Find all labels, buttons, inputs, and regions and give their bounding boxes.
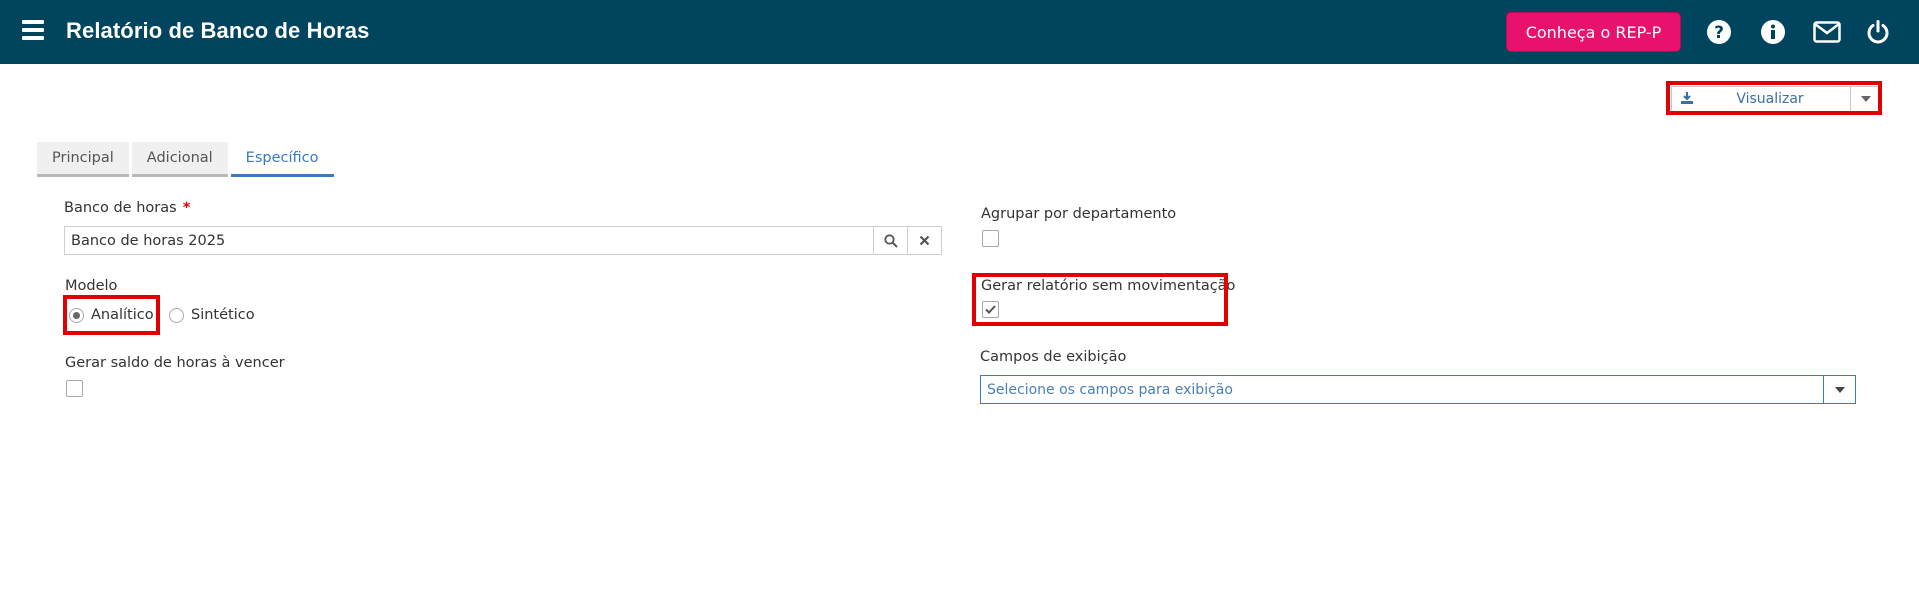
sem-movimentacao-label: Gerar relatório sem movimentação (981, 278, 1236, 294)
required-marker: * (182, 200, 191, 216)
gerar-saldo-checkbox[interactable] (66, 380, 83, 397)
radio-analitico-control[interactable] (69, 307, 84, 323)
close-icon (919, 235, 930, 246)
campos-exibicao-select[interactable]: Selecione os campos para exibição (980, 375, 1856, 404)
conheca-rep-p-button[interactable]: Conheça o REP-P (1506, 12, 1681, 52)
info-icon[interactable] (1759, 18, 1787, 46)
search-icon (883, 233, 898, 248)
campos-exibicao-toggle[interactable] (1823, 376, 1855, 403)
sem-movimentacao-checkbox[interactable] (982, 301, 999, 318)
banco-de-horas-field[interactable]: Banco de horas 2025 (64, 226, 942, 255)
chevron-down-icon (1860, 96, 1871, 102)
visualizar-main[interactable]: Visualizar (1672, 87, 1850, 111)
power-icon[interactable] (1864, 18, 1892, 46)
top-bar: Relatório de Banco de Horas Conheça o RE… (0, 0, 1919, 64)
campos-exibicao-placeholder[interactable]: Selecione os campos para exibição (981, 376, 1823, 403)
agrupar-departamento-label: Agrupar por departamento (981, 206, 1177, 222)
search-button[interactable] (873, 227, 907, 254)
gerar-saldo-label: Gerar saldo de horas à vencer (65, 355, 285, 371)
radio-sintetico-label: Sintético (191, 307, 255, 323)
page-title: Relatório de Banco de Horas (66, 18, 370, 43)
visualizar-dropdown-toggle[interactable] (1850, 87, 1880, 111)
banco-de-horas-label: Banco de horas * (64, 200, 190, 216)
radio-analitico[interactable]: Analítico (69, 307, 154, 323)
agrupar-departamento-checkbox[interactable] (982, 230, 999, 247)
tab-principal[interactable]: Principal (37, 142, 129, 177)
tab-adicional[interactable]: Adicional (131, 142, 228, 177)
svg-text:?: ? (1714, 23, 1724, 43)
campos-exibicao-label: Campos de exibição (980, 349, 1127, 365)
radio-sintetico-control[interactable] (169, 307, 184, 323)
radio-analitico-label: Analítico (91, 307, 154, 323)
help-icon[interactable]: ? (1705, 18, 1733, 46)
tab-bar: Principal Adicional Específico (37, 142, 337, 177)
clear-button[interactable] (907, 227, 941, 254)
banco-de-horas-value[interactable]: Banco de horas 2025 (65, 227, 873, 254)
hamburger-menu-icon[interactable] (22, 20, 46, 44)
radio-sintetico[interactable]: Sintético (169, 307, 255, 323)
visualizar-button[interactable]: Visualizar (1671, 86, 1881, 112)
modelo-label: Modelo (65, 278, 118, 294)
checkmark-icon (985, 305, 996, 314)
chevron-down-icon (1834, 386, 1845, 393)
download-icon (1680, 91, 1694, 109)
visualizar-label: Visualizar (1736, 91, 1804, 107)
banco-de-horas-label-text: Banco de horas (64, 200, 177, 216)
mail-icon[interactable] (1813, 18, 1841, 46)
tab-especifico[interactable]: Específico (230, 142, 334, 177)
